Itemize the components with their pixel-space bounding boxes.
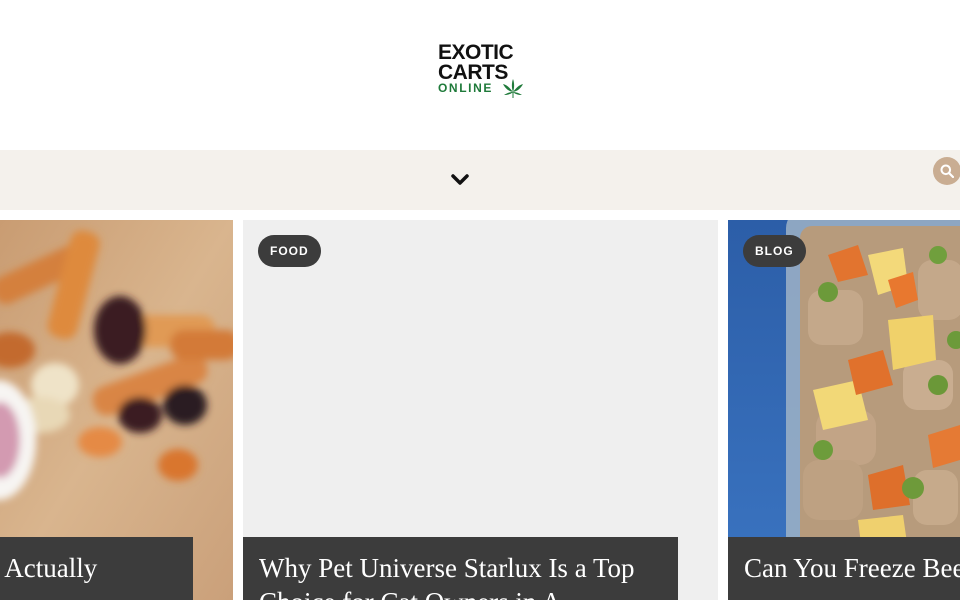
main-nav xyxy=(0,150,960,210)
post-card-3[interactable]: BLOG Can You Freeze Beef Portions & Tips xyxy=(728,220,960,600)
post-title[interactable]: Why Pet Universe Starlux Is a Top Choice… xyxy=(243,537,678,600)
post-card-2[interactable]: FOOD Why Pet Universe Starlux Is a Top C… xyxy=(243,220,718,600)
search-button[interactable] xyxy=(933,157,960,185)
post-title[interactable]: hat Actually xyxy=(0,537,193,600)
site-logo[interactable]: EXOTIC CARTS ONLINE xyxy=(438,42,528,100)
leaf-icon xyxy=(503,79,523,98)
site-header: EXOTIC CARTS ONLINE xyxy=(0,0,960,150)
logo-text-line3: ONLINE xyxy=(438,81,493,95)
category-badge[interactable]: BLOG xyxy=(743,235,806,267)
chevron-down-icon xyxy=(451,174,469,185)
post-title[interactable]: Can You Freeze Beef Portions & Tips xyxy=(728,537,960,600)
menu-toggle-button[interactable] xyxy=(449,170,471,190)
search-icon xyxy=(940,164,954,178)
post-card-1[interactable]: hat Actually xyxy=(0,220,233,600)
category-badge[interactable]: FOOD xyxy=(258,235,321,267)
